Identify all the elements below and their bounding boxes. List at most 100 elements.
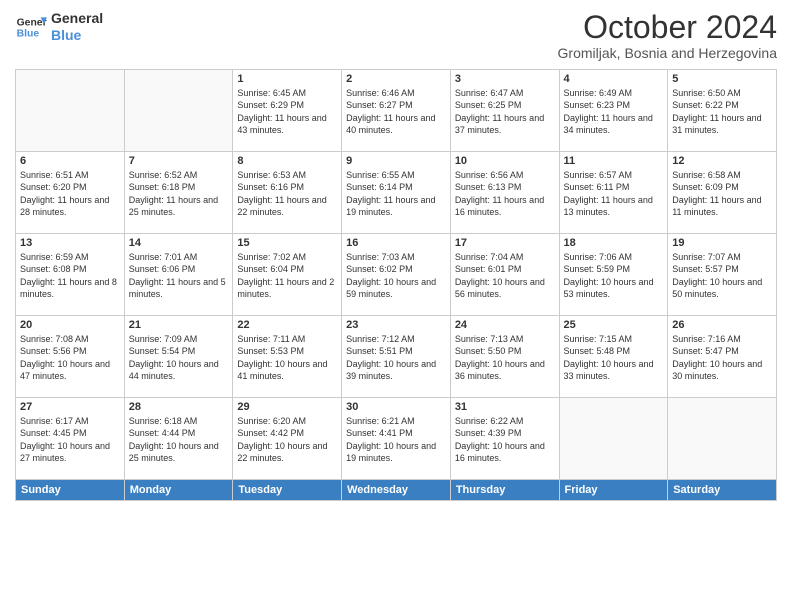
day-info: Sunrise: 6:55 AM Sunset: 6:14 PM Dayligh…	[346, 169, 446, 219]
day-info: Sunrise: 6:56 AM Sunset: 6:13 PM Dayligh…	[455, 169, 555, 219]
day-info: Sunrise: 7:16 AM Sunset: 5:47 PM Dayligh…	[672, 333, 772, 383]
day-info: Sunrise: 6:22 AM Sunset: 4:39 PM Dayligh…	[455, 415, 555, 465]
day-number: 16	[346, 237, 446, 249]
table-row: 1 Sunrise: 6:45 AM Sunset: 6:29 PM Daylig…	[233, 69, 342, 151]
table-row	[559, 397, 668, 479]
table-row: 5Sunrise: 6:50 AM Sunset: 6:22 PM Daylig…	[668, 69, 777, 151]
day-number: 28	[129, 401, 229, 413]
day-number: 17	[455, 237, 555, 249]
calendar-day-header: Saturday	[668, 479, 777, 500]
day-info: Sunrise: 6:59 AM Sunset: 6:08 PM Dayligh…	[20, 251, 120, 301]
day-number: 14	[129, 237, 229, 249]
day-info: Sunrise: 7:06 AM Sunset: 5:59 PM Dayligh…	[564, 251, 664, 301]
logo-blue: Blue	[51, 27, 103, 44]
day-number: 19	[672, 237, 772, 249]
calendar-week-row: 6 Sunrise: 6:51 AM Sunset: 6:20 PM Daylig…	[16, 151, 777, 233]
day-number: 29	[237, 401, 337, 413]
day-info: Sunrise: 6:45 AM Sunset: 6:29 PM Dayligh…	[237, 87, 337, 137]
day-number: 22	[237, 319, 337, 331]
day-info: Sunrise: 7:12 AM Sunset: 5:51 PM Dayligh…	[346, 333, 446, 383]
day-info: Sunrise: 7:08 AM Sunset: 5:56 PM Dayligh…	[20, 333, 120, 383]
day-number: 13	[20, 237, 120, 249]
table-row: 20 Sunrise: 7:08 AM Sunset: 5:56 PM Dayli…	[16, 315, 125, 397]
calendar-week-row: 20 Sunrise: 7:08 AM Sunset: 5:56 PM Dayli…	[16, 315, 777, 397]
day-number: 4	[564, 73, 664, 85]
day-info: Sunrise: 6:53 AM Sunset: 6:16 PM Dayligh…	[237, 169, 337, 219]
day-info: Sunrise: 7:02 AM Sunset: 6:04 PM Dayligh…	[237, 251, 337, 301]
day-number: 1	[237, 73, 337, 85]
day-number: 26	[672, 319, 772, 331]
table-row	[16, 69, 125, 151]
day-number: 8	[237, 155, 337, 167]
calendar-day-header: Monday	[124, 479, 233, 500]
calendar-day-header: Wednesday	[342, 479, 451, 500]
table-row: 16 Sunrise: 7:03 AM Sunset: 6:02 PM Dayli…	[342, 233, 451, 315]
day-info: Sunrise: 6:46 AM Sunset: 6:27 PM Dayligh…	[346, 87, 446, 137]
calendar-day-header: Sunday	[16, 479, 125, 500]
day-info: Sunrise: 6:21 AM Sunset: 4:41 PM Dayligh…	[346, 415, 446, 465]
table-row: 30 Sunrise: 6:21 AM Sunset: 4:41 PM Dayli…	[342, 397, 451, 479]
day-info: Sunrise: 7:04 AM Sunset: 6:01 PM Dayligh…	[455, 251, 555, 301]
calendar-week-row: 27Sunrise: 6:17 AM Sunset: 4:45 PM Dayli…	[16, 397, 777, 479]
table-row: 15 Sunrise: 7:02 AM Sunset: 6:04 PM Dayli…	[233, 233, 342, 315]
table-row: 9 Sunrise: 6:55 AM Sunset: 6:14 PM Daylig…	[342, 151, 451, 233]
table-row: 11Sunrise: 6:57 AM Sunset: 6:11 PM Dayli…	[559, 151, 668, 233]
calendar-table: 1 Sunrise: 6:45 AM Sunset: 6:29 PM Daylig…	[15, 69, 777, 501]
day-number: 18	[564, 237, 664, 249]
table-row: 18 Sunrise: 7:06 AM Sunset: 5:59 PM Dayli…	[559, 233, 668, 315]
day-number: 27	[20, 401, 120, 413]
day-number: 31	[455, 401, 555, 413]
day-info: Sunrise: 6:58 AM Sunset: 6:09 PM Dayligh…	[672, 169, 772, 219]
table-row: 17 Sunrise: 7:04 AM Sunset: 6:01 PM Dayli…	[450, 233, 559, 315]
main-title: October 2024	[558, 10, 777, 45]
calendar-day-header: Friday	[559, 479, 668, 500]
day-number: 30	[346, 401, 446, 413]
page: General Blue General Blue October 2024 G…	[0, 0, 792, 612]
header: General Blue General Blue October 2024 G…	[15, 10, 777, 61]
day-number: 20	[20, 319, 120, 331]
table-row: 13 Sunrise: 6:59 AM Sunset: 6:08 PM Dayli…	[16, 233, 125, 315]
day-info: Sunrise: 6:51 AM Sunset: 6:20 PM Dayligh…	[20, 169, 120, 219]
day-info: Sunrise: 6:47 AM Sunset: 6:25 PM Dayligh…	[455, 87, 555, 137]
table-row	[668, 397, 777, 479]
table-row: 19 Sunrise: 7:07 AM Sunset: 5:57 PM Dayli…	[668, 233, 777, 315]
day-info: Sunrise: 6:50 AM Sunset: 6:22 PM Dayligh…	[672, 87, 772, 137]
day-info: Sunrise: 7:11 AM Sunset: 5:53 PM Dayligh…	[237, 333, 337, 383]
table-row: 22 Sunrise: 7:11 AM Sunset: 5:53 PM Dayli…	[233, 315, 342, 397]
day-number: 7	[129, 155, 229, 167]
day-number: 23	[346, 319, 446, 331]
day-number: 25	[564, 319, 664, 331]
day-number: 12	[672, 155, 772, 167]
table-row: 24Sunrise: 7:13 AM Sunset: 5:50 PM Dayli…	[450, 315, 559, 397]
day-info: Sunrise: 7:03 AM Sunset: 6:02 PM Dayligh…	[346, 251, 446, 301]
day-info: Sunrise: 7:01 AM Sunset: 6:06 PM Dayligh…	[129, 251, 229, 301]
table-row: 2Sunrise: 6:46 AM Sunset: 6:27 PM Daylig…	[342, 69, 451, 151]
subtitle: Gromiljak, Bosnia and Herzegovina	[558, 45, 777, 61]
table-row: 27Sunrise: 6:17 AM Sunset: 4:45 PM Dayli…	[16, 397, 125, 479]
table-row: 6 Sunrise: 6:51 AM Sunset: 6:20 PM Daylig…	[16, 151, 125, 233]
day-info: Sunrise: 6:49 AM Sunset: 6:23 PM Dayligh…	[564, 87, 664, 137]
table-row: 14 Sunrise: 7:01 AM Sunset: 6:06 PM Dayli…	[124, 233, 233, 315]
day-number: 10	[455, 155, 555, 167]
day-number: 3	[455, 73, 555, 85]
table-row: 21Sunrise: 7:09 AM Sunset: 5:54 PM Dayli…	[124, 315, 233, 397]
logo-general: General	[51, 10, 103, 27]
day-number: 6	[20, 155, 120, 167]
day-number: 21	[129, 319, 229, 331]
table-row: 4 Sunrise: 6:49 AM Sunset: 6:23 PM Daylig…	[559, 69, 668, 151]
table-row: 26 Sunrise: 7:16 AM Sunset: 5:47 PM Dayli…	[668, 315, 777, 397]
table-row: 8 Sunrise: 6:53 AM Sunset: 6:16 PM Daylig…	[233, 151, 342, 233]
table-row: 12 Sunrise: 6:58 AM Sunset: 6:09 PM Dayli…	[668, 151, 777, 233]
day-number: 15	[237, 237, 337, 249]
table-row: 25 Sunrise: 7:15 AM Sunset: 5:48 PM Dayli…	[559, 315, 668, 397]
day-info: Sunrise: 7:15 AM Sunset: 5:48 PM Dayligh…	[564, 333, 664, 383]
day-info: Sunrise: 7:07 AM Sunset: 5:57 PM Dayligh…	[672, 251, 772, 301]
day-info: Sunrise: 6:18 AM Sunset: 4:44 PM Dayligh…	[129, 415, 229, 465]
day-number: 24	[455, 319, 555, 331]
day-number: 9	[346, 155, 446, 167]
table-row: 23 Sunrise: 7:12 AM Sunset: 5:51 PM Dayli…	[342, 315, 451, 397]
table-row	[124, 69, 233, 151]
calendar-day-header: Tuesday	[233, 479, 342, 500]
day-info: Sunrise: 6:20 AM Sunset: 4:42 PM Dayligh…	[237, 415, 337, 465]
day-info: Sunrise: 6:52 AM Sunset: 6:18 PM Dayligh…	[129, 169, 229, 219]
